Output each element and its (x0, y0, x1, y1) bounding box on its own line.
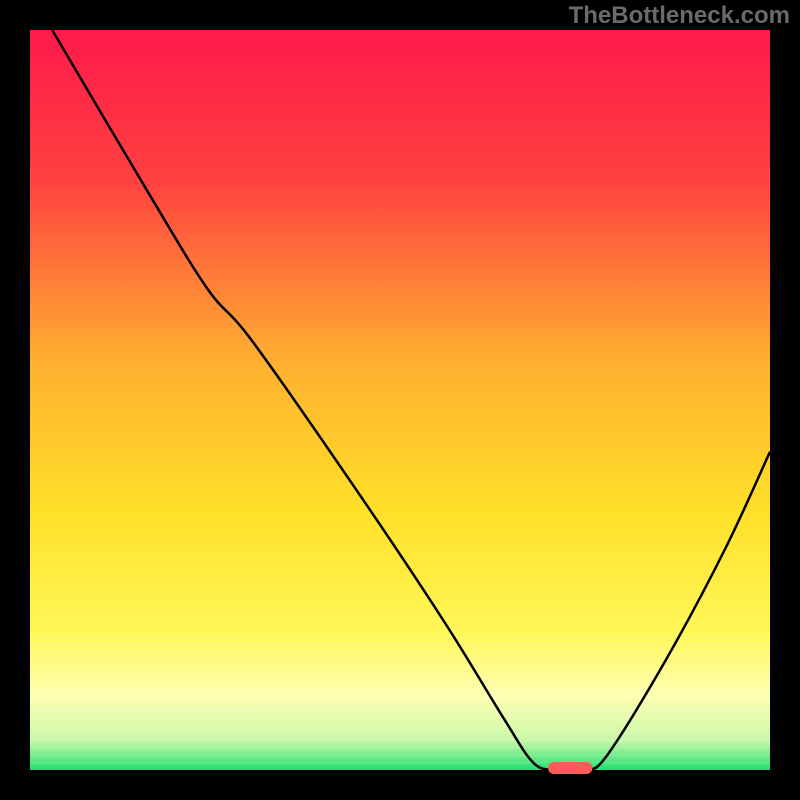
chart-container: TheBottleneck.com (0, 0, 800, 800)
bottleneck-chart (0, 0, 800, 800)
watermark-text: TheBottleneck.com (569, 2, 790, 30)
optimal-marker (548, 762, 592, 774)
